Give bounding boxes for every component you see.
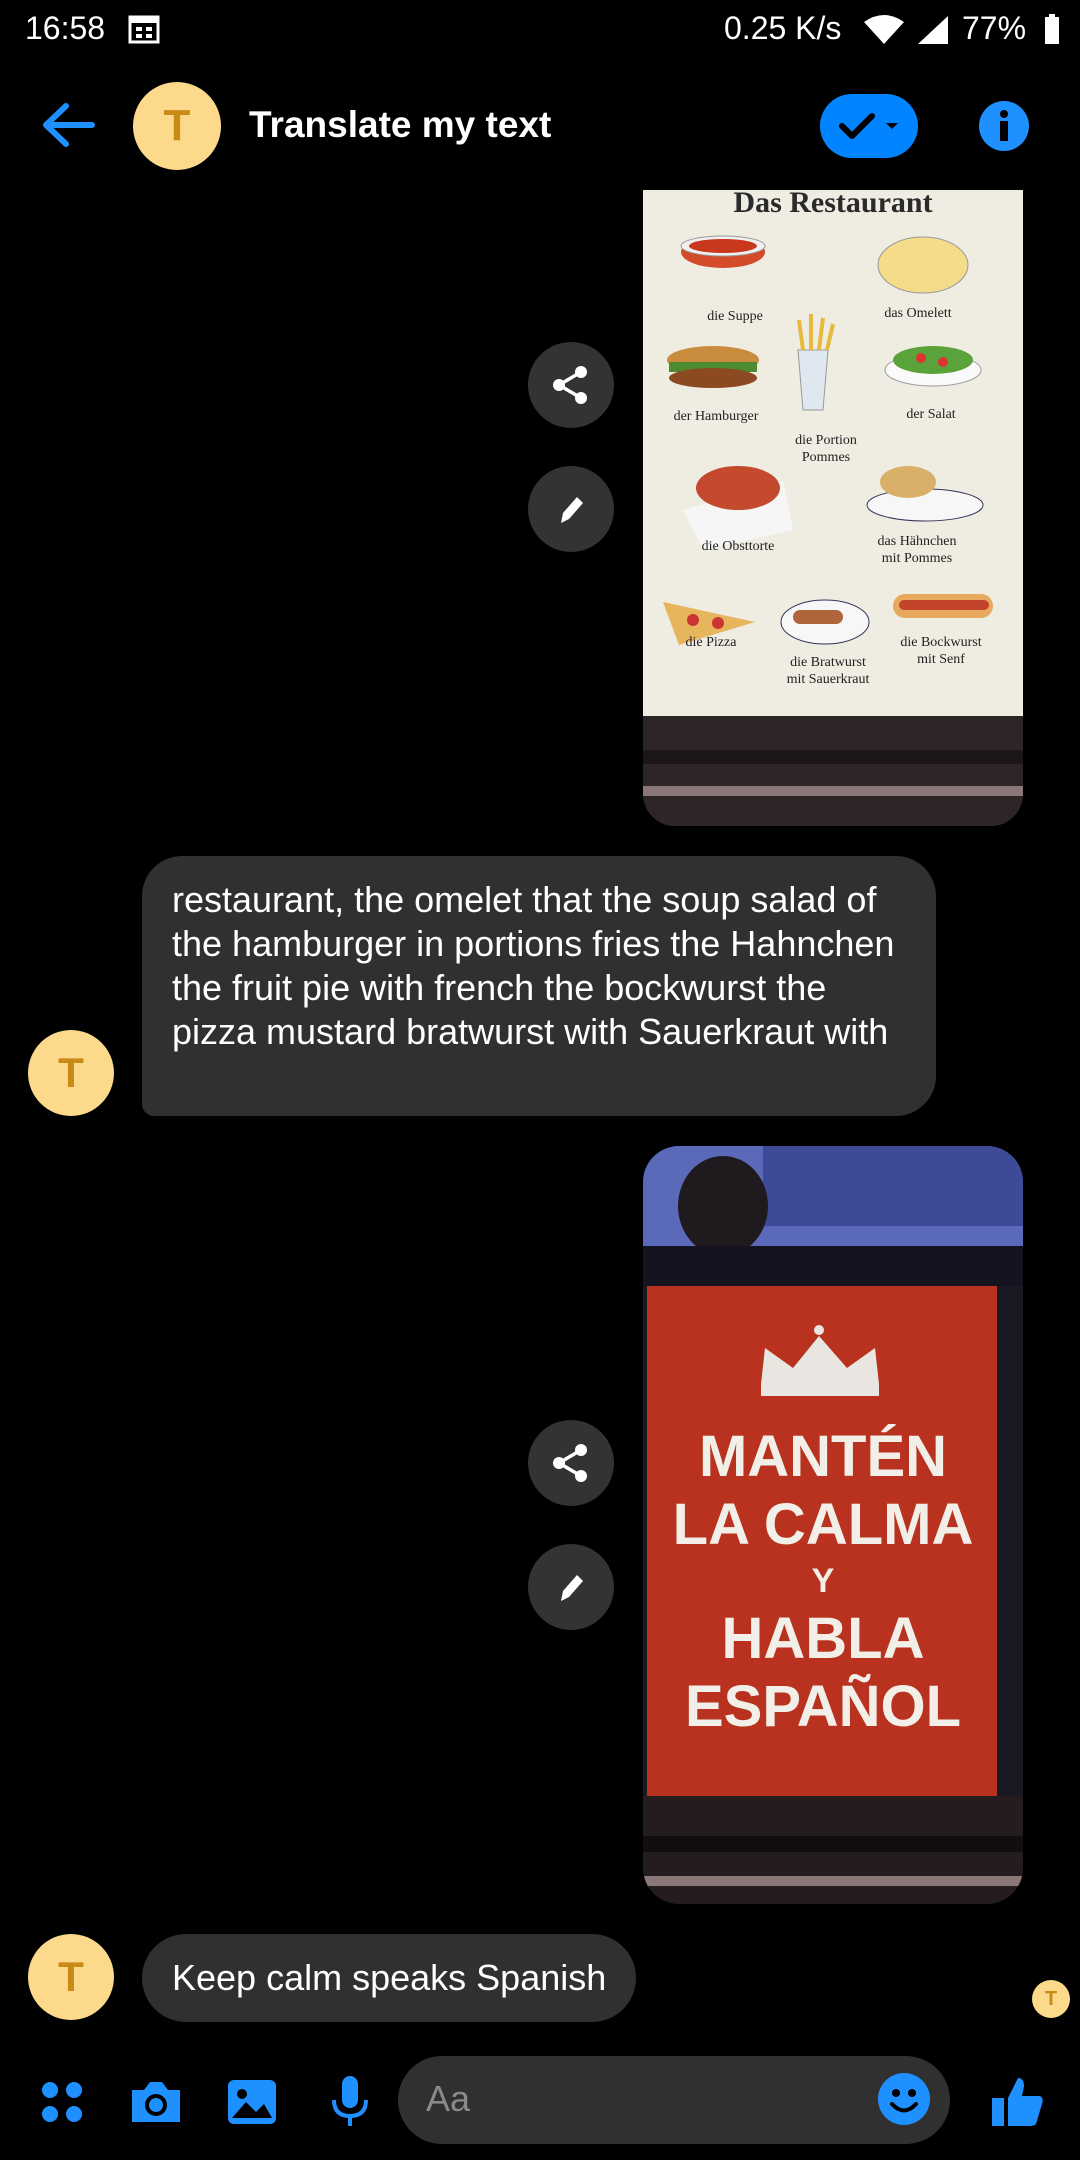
- status-toggle-button[interactable]: [820, 94, 918, 158]
- share-icon: [553, 366, 587, 404]
- conversation-title[interactable]: Translate my text: [249, 104, 551, 146]
- gallery-icon[interactable]: [222, 2072, 282, 2132]
- message-input-placeholder: Aa: [426, 2078, 471, 2119]
- share-button-2[interactable]: [528, 1420, 614, 1506]
- poster-title: Das Restaurant: [733, 190, 932, 219]
- poster-line-1: MANTÉN: [699, 1424, 947, 1489]
- message-input[interactable]: Aa: [398, 2056, 950, 2144]
- keep-calm-poster-image: MANTÉN LA CALMA Y HABLA ESPAÑOL: [643, 1146, 1023, 1904]
- chevron-down-icon: [886, 123, 898, 129]
- message-bubble-translation-1[interactable]: restaurant, the omelet that the soup sal…: [142, 856, 936, 1116]
- back-arrow-icon[interactable]: [40, 100, 96, 150]
- network-speed: 0.25 K/s: [724, 10, 842, 46]
- share-icon: [553, 1444, 587, 1482]
- image-message-restaurant[interactable]: Das Restaurant die Suppe das Omelett der…: [643, 190, 1023, 826]
- pencil-icon: [561, 497, 583, 523]
- restaurant-poster-image: Das Restaurant die Suppe das Omelett der…: [643, 190, 1023, 826]
- label-haehnchen: das Hähnchen: [878, 534, 957, 549]
- contact-avatar[interactable]: T: [133, 82, 221, 170]
- conversation-header: T Translate my text: [0, 70, 1080, 180]
- camera-icon[interactable]: [126, 2072, 186, 2132]
- share-button-1[interactable]: [528, 342, 614, 428]
- label-bockwurst: die Bockwurst: [900, 635, 981, 650]
- wifi-icon: [864, 15, 904, 44]
- poster-line-4: HABLA: [722, 1606, 925, 1671]
- emoji-icon[interactable]: [876, 2071, 932, 2127]
- apps-icon[interactable]: [32, 2072, 92, 2132]
- info-icon[interactable]: [978, 100, 1030, 152]
- label-obsttorte: die Obsttorte: [702, 539, 775, 554]
- status-bar: 16:58 0.25 K/s 77%: [0, 0, 1080, 60]
- read-receipt-avatar: T: [1032, 1980, 1070, 2018]
- label-suppe: die Suppe: [707, 309, 763, 324]
- calendar-icon: [128, 15, 160, 44]
- label-salat: der Salat: [906, 407, 955, 422]
- poster-line-5: ESPAÑOL: [685, 1674, 961, 1739]
- label-senf: mit Senf: [917, 652, 965, 667]
- pencil-icon: [561, 1575, 583, 1601]
- message-composer: Aa: [0, 2050, 1080, 2160]
- label-pizza: die Pizza: [686, 635, 738, 650]
- battery-level: 77%: [962, 10, 1027, 46]
- edit-button-2[interactable]: [528, 1544, 614, 1630]
- label-bratwurst: die Bratwurst: [790, 655, 866, 670]
- label-hamburger: der Hamburger: [674, 409, 759, 424]
- label-sauerkraut: mit Sauerkraut: [787, 672, 870, 687]
- microphone-icon[interactable]: [320, 2072, 380, 2132]
- image-message-keep-calm[interactable]: MANTÉN LA CALMA Y HABLA ESPAÑOL: [643, 1146, 1023, 1904]
- battery-icon: [1045, 14, 1059, 44]
- thumbs-up-icon[interactable]: [988, 2072, 1048, 2132]
- signal-icon: [918, 16, 948, 44]
- edit-button-1[interactable]: [528, 466, 614, 552]
- label-portion: die Portion: [795, 433, 857, 448]
- checkmark-icon: [839, 113, 875, 139]
- label-pommes: Pommes: [802, 450, 850, 465]
- label-omelett: das Omelett: [884, 306, 951, 321]
- status-time: 16:58: [25, 10, 106, 46]
- message-bubble-translation-2[interactable]: Keep calm speaks Spanish: [142, 1934, 637, 2022]
- poster-line-2: LA CALMA: [673, 1492, 974, 1557]
- poster-line-3: Y: [812, 1562, 835, 1600]
- contact-avatar-small[interactable]: T: [28, 1934, 114, 2020]
- label-mit-pommes: mit Pommes: [882, 551, 952, 566]
- contact-avatar-small[interactable]: T: [28, 1030, 114, 1116]
